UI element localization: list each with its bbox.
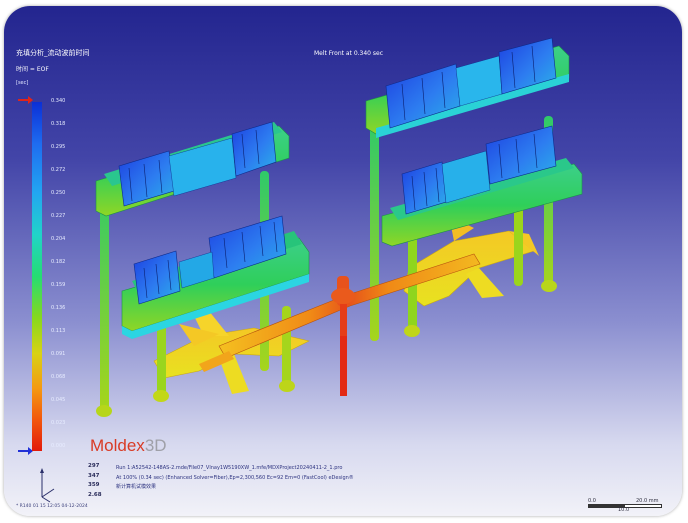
scale-bar: 0.0 20.0 mm 10.0 [588,498,662,513]
right-upper-tray [365,37,570,138]
stat-value: 347 [88,472,100,479]
run-info: Run 1:A52542-148AS-2.mde/File07_Vlnay1W5… [116,464,354,493]
footer-timestamp: * R140 01 15 12:05 04-12-2024 [16,504,88,509]
statistics-list: 297 347 359 2.68 [88,462,102,500]
stat-value: 2.68 [88,491,102,498]
run-path: Run 1:A52542-148AS-2.mde/File07_Vlnay1W5… [116,465,343,471]
run-progress: At 100% (0.34 sec) (Enhanced Solver=Fibe… [116,474,354,481]
stat-value: 359 [88,482,100,488]
moldex3d-logo: Moldex3D [90,436,167,455]
axis-triad-icon [40,468,55,503]
stat-value: 297 [88,463,100,469]
run-note: 新计算机试模效果 [116,484,157,490]
simulation-viewport[interactable]: 充填分析_流动波前时间 时间 = EOF [sec] Melt Front at… [4,6,682,516]
scale-mid-label: 10.0 [618,507,630,513]
